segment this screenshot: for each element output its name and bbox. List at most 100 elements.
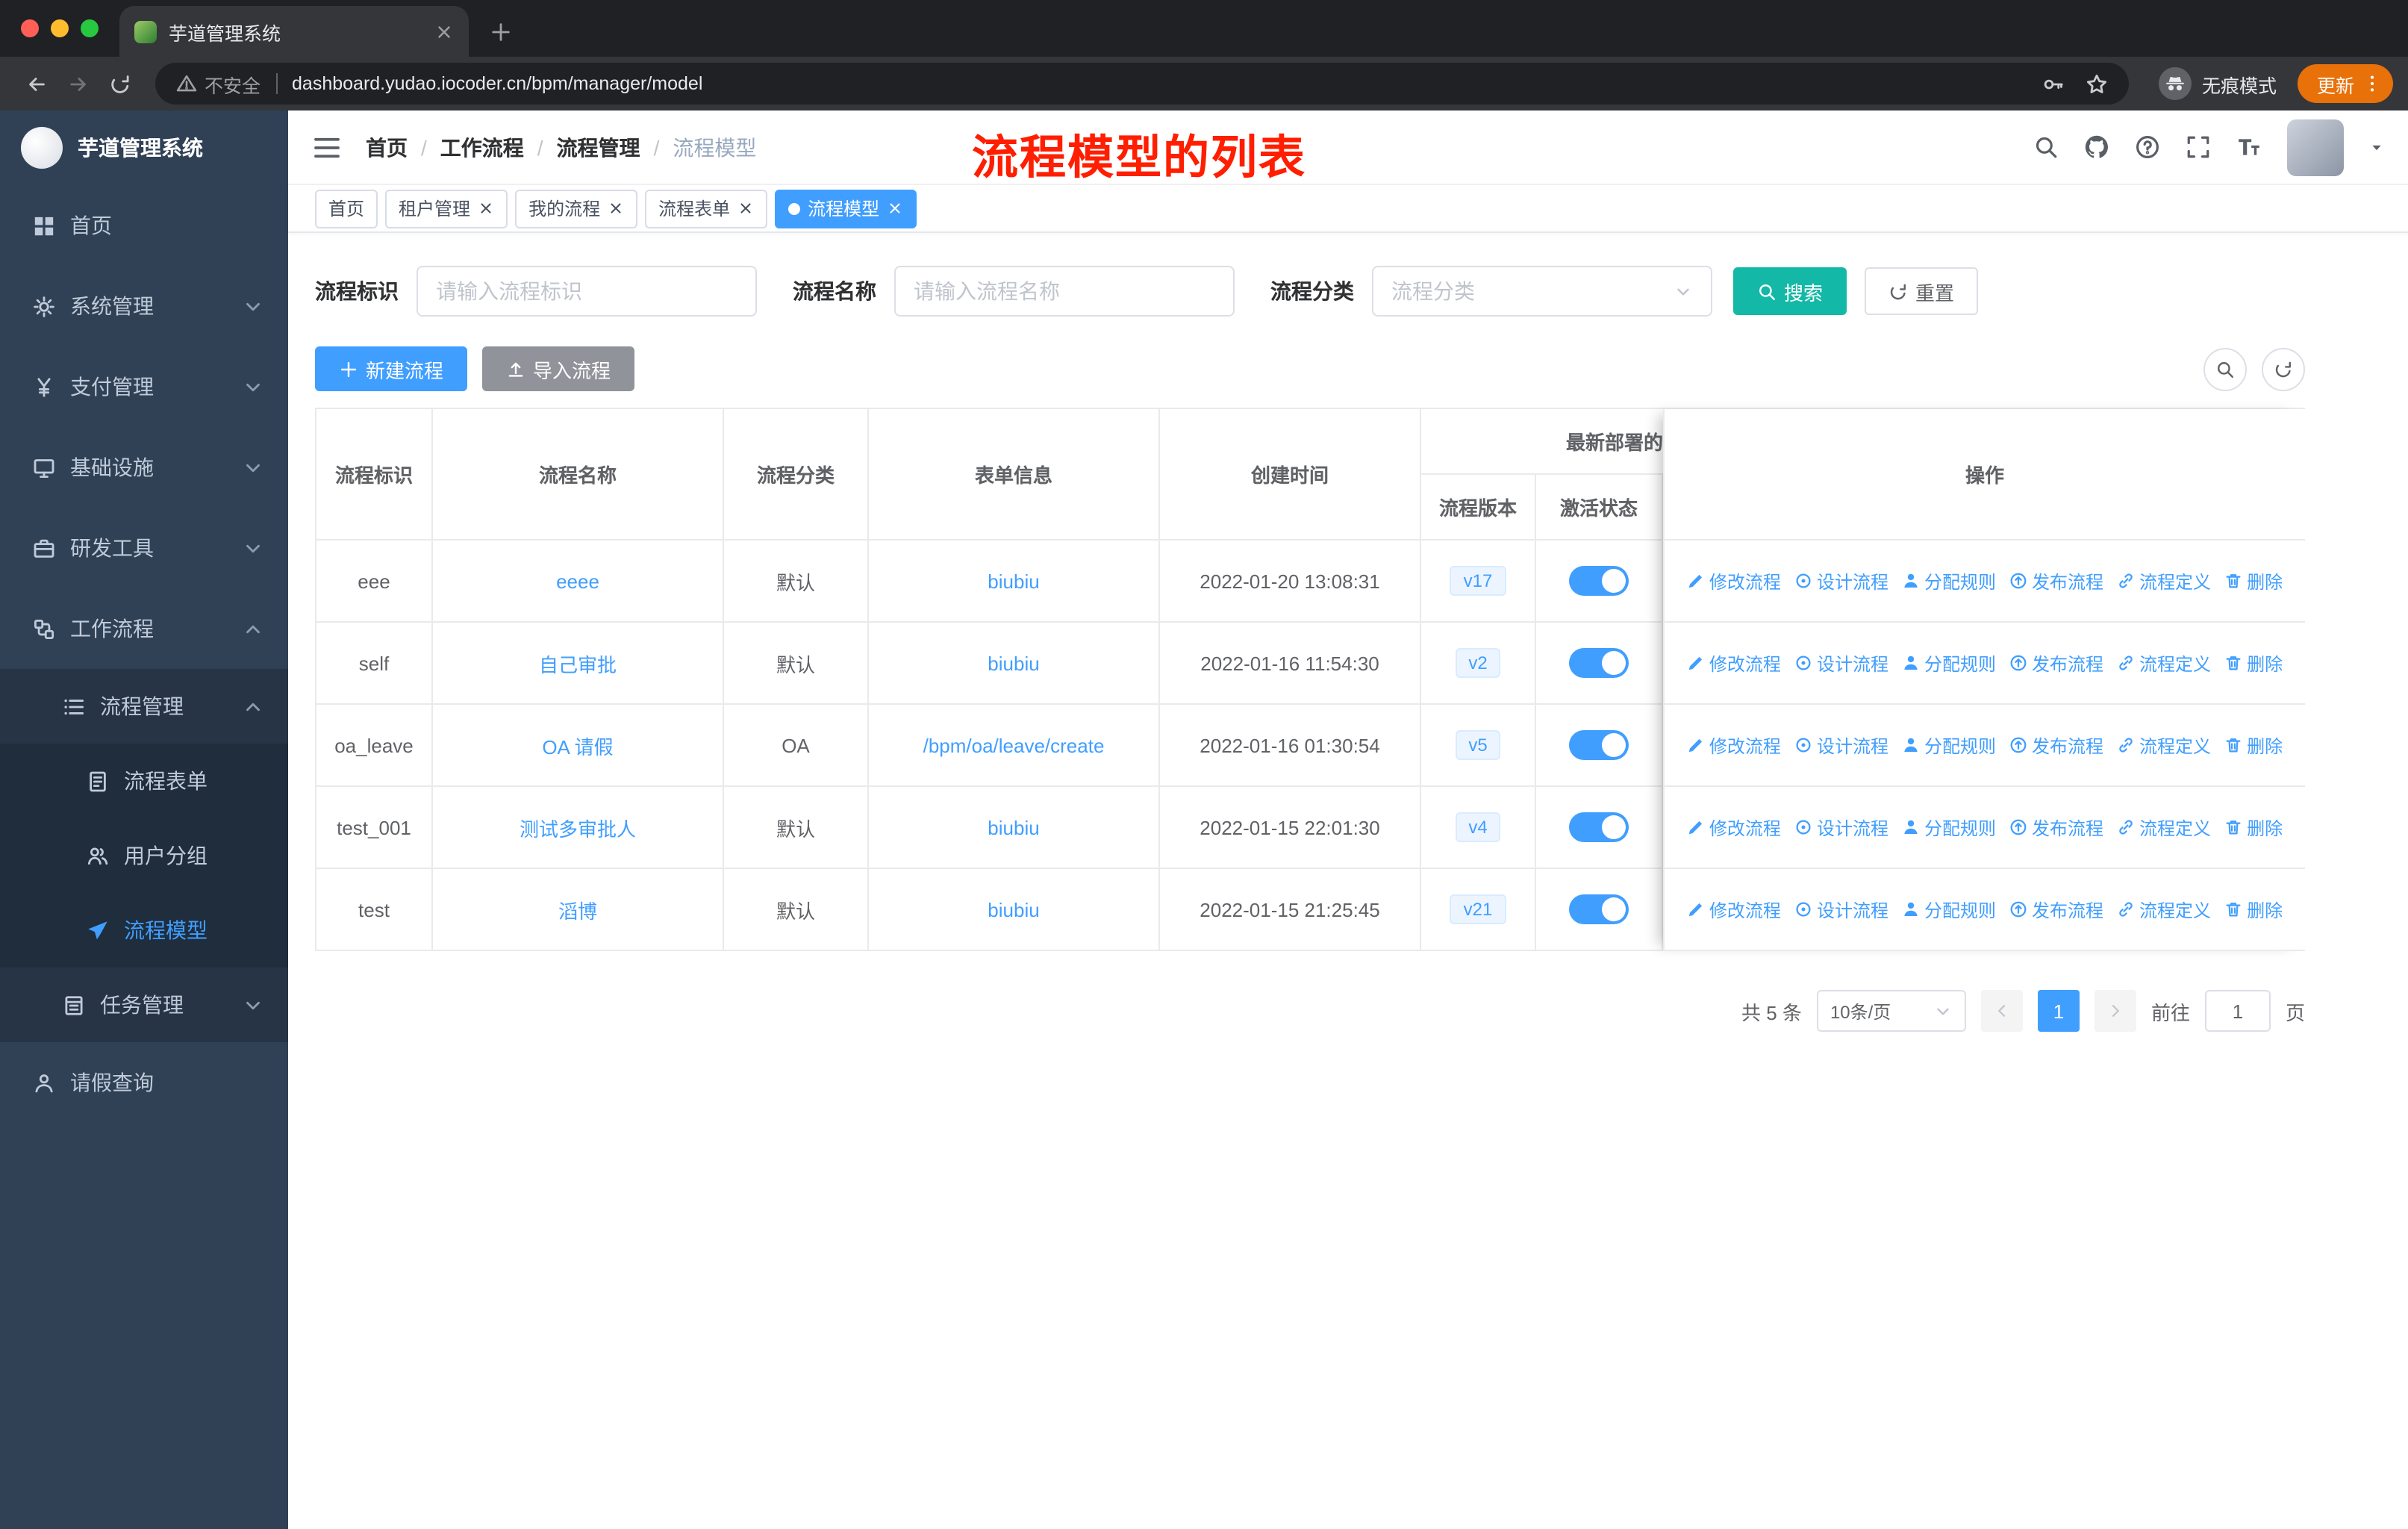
sidebar-item-process-form[interactable]: 流程表单 — [0, 744, 288, 818]
forward-icon[interactable] — [57, 63, 99, 105]
sidebar-item-task-management[interactable]: 任务管理 — [0, 968, 288, 1042]
action-modify-process[interactable]: 修改流程 — [1687, 650, 1781, 676]
action-modify-process[interactable]: 修改流程 — [1687, 815, 1781, 840]
action-design-process[interactable]: 设计流程 — [1794, 815, 1888, 840]
sidebar-item-process-model[interactable]: 流程模型 — [0, 893, 288, 968]
form-info-link[interactable]: biubiu — [988, 652, 1039, 674]
fullscreen-icon[interactable] — [2186, 134, 2211, 160]
tag-process-form[interactable]: 流程表单 — [645, 189, 768, 228]
form-info-link[interactable]: biubiu — [988, 570, 1039, 592]
action-modify-process[interactable]: 修改流程 — [1687, 732, 1781, 758]
action-modify-process[interactable]: 修改流程 — [1687, 897, 1781, 922]
sidebar-item-user-group[interactable]: 用户分组 — [0, 818, 288, 893]
process-name-link[interactable]: 测试多审批人 — [520, 813, 636, 841]
hamburger-icon[interactable] — [312, 132, 342, 162]
breadcrumb-item[interactable]: 首页 — [366, 132, 408, 162]
import-process-button[interactable]: 导入流程 — [482, 346, 635, 391]
zoom-window-button[interactable] — [81, 19, 99, 37]
col-header-process-name[interactable]: 流程名称 — [433, 409, 724, 541]
app-logo[interactable]: 芋道管理系统 — [0, 110, 288, 185]
process-name-input[interactable] — [894, 266, 1235, 317]
page-number-1[interactable]: 1 — [2037, 990, 2080, 1032]
refresh-table-button[interactable] — [2262, 347, 2305, 390]
form-info-link[interactable]: biubiu — [988, 898, 1039, 921]
active-toggle[interactable] — [1569, 648, 1629, 678]
process-name-link[interactable]: 滔博 — [558, 895, 597, 924]
close-window-button[interactable] — [21, 19, 39, 37]
action-process-definition[interactable]: 流程定义 — [2117, 650, 2211, 676]
sidebar-item-infrastructure[interactable]: 基础设施 — [0, 427, 288, 508]
breadcrumb-item[interactable]: 工作流程 — [440, 132, 524, 162]
action-delete[interactable]: 删除 — [2224, 815, 2283, 840]
search-icon[interactable] — [2033, 134, 2059, 160]
action-delete[interactable]: 删除 — [2224, 732, 2283, 758]
action-delete[interactable]: 删除 — [2224, 897, 2283, 922]
action-process-definition[interactable]: 流程定义 — [2117, 732, 2211, 758]
col-header-form-info[interactable]: 表单信息 — [869, 409, 1160, 541]
process-key-input[interactable] — [417, 266, 757, 317]
user-avatar[interactable] — [2287, 119, 2344, 175]
browser-tab[interactable]: 芋道管理系统 — [119, 6, 469, 57]
col-header-version[interactable]: 流程版本 — [1421, 475, 1536, 541]
close-icon[interactable] — [434, 22, 454, 41]
action-process-definition[interactable]: 流程定义 — [2117, 897, 2211, 922]
col-header-created-time[interactable]: 创建时间 — [1160, 409, 1421, 541]
action-publish-process[interactable]: 发布流程 — [2009, 568, 2103, 594]
goto-page-input[interactable] — [2204, 990, 2271, 1032]
search-button[interactable]: 搜索 — [1733, 267, 1847, 315]
tag-home[interactable]: 首页 — [315, 189, 378, 228]
active-toggle[interactable] — [1569, 894, 1629, 924]
col-header-status[interactable]: 激活状态 — [1536, 475, 1663, 541]
action-process-definition[interactable]: 流程定义 — [2117, 568, 2211, 594]
reload-icon[interactable] — [99, 63, 140, 105]
create-process-button[interactable]: 新建流程 — [315, 346, 468, 391]
sidebar-item-process-management[interactable]: 流程管理 — [0, 669, 288, 744]
address-bar[interactable]: 不安全 dashboard.yudao.iocoder.cn/bpm/manag… — [155, 63, 2129, 105]
page-size-select[interactable]: 10条/页 — [1816, 990, 1966, 1032]
action-design-process[interactable]: 设计流程 — [1794, 897, 1888, 922]
tag-tenant-management[interactable]: 租户管理 — [385, 189, 508, 228]
reset-button[interactable]: 重置 — [1865, 267, 1979, 315]
help-icon[interactable] — [2135, 134, 2160, 160]
font-size-icon[interactable] — [2236, 134, 2262, 160]
action-delete[interactable]: 删除 — [2224, 650, 2283, 676]
form-info-link[interactable]: biubiu — [988, 816, 1039, 838]
action-assign-rule[interactable]: 分配规则 — [1902, 815, 1996, 840]
close-icon[interactable] — [608, 200, 624, 217]
action-design-process[interactable]: 设计流程 — [1794, 568, 1888, 594]
bookmark-star-icon[interactable] — [2086, 72, 2108, 95]
category-select[interactable]: 流程分类 — [1372, 266, 1712, 317]
action-assign-rule[interactable]: 分配规则 — [1902, 897, 1996, 922]
sidebar-item-system-management[interactable]: 系统管理 — [0, 266, 288, 346]
breadcrumb-item[interactable]: 流程管理 — [557, 132, 640, 162]
tag-my-process[interactable]: 我的流程 — [515, 189, 638, 228]
new-tab-button[interactable] — [490, 21, 512, 43]
close-icon[interactable] — [887, 200, 903, 217]
back-icon[interactable] — [15, 63, 57, 105]
github-icon[interactable] — [2084, 134, 2109, 160]
action-design-process[interactable]: 设计流程 — [1794, 732, 1888, 758]
sidebar-item-home[interactable]: 首页 — [0, 185, 288, 266]
process-name-link[interactable]: OA 请假 — [542, 731, 613, 759]
menu-dots-icon[interactable] — [2362, 73, 2383, 94]
minimize-window-button[interactable] — [51, 19, 69, 37]
close-icon[interactable] — [737, 200, 754, 217]
action-assign-rule[interactable]: 分配规则 — [1902, 732, 1996, 758]
action-publish-process[interactable]: 发布流程 — [2009, 650, 2103, 676]
action-publish-process[interactable]: 发布流程 — [2009, 815, 2103, 840]
security-indicator[interactable]: 不安全 — [176, 69, 261, 98]
process-name-link[interactable]: eeee — [556, 570, 599, 592]
action-publish-process[interactable]: 发布流程 — [2009, 897, 2103, 922]
sidebar-item-leave-query[interactable]: 请假查询 — [0, 1042, 288, 1123]
action-publish-process[interactable]: 发布流程 — [2009, 732, 2103, 758]
form-info-link[interactable]: /bpm/oa/leave/create — [923, 734, 1105, 756]
update-button[interactable]: 更新 — [2297, 64, 2393, 103]
action-assign-rule[interactable]: 分配规则 — [1902, 650, 1996, 676]
col-header-category[interactable]: 流程分类 — [724, 409, 869, 541]
action-process-definition[interactable]: 流程定义 — [2117, 815, 2211, 840]
prev-page-button[interactable] — [1980, 990, 2023, 1032]
tag-process-model[interactable]: 流程模型 — [775, 189, 917, 228]
action-design-process[interactable]: 设计流程 — [1794, 650, 1888, 676]
active-toggle[interactable] — [1569, 730, 1629, 760]
sidebar-item-workflow[interactable]: 工作流程 — [0, 588, 288, 669]
